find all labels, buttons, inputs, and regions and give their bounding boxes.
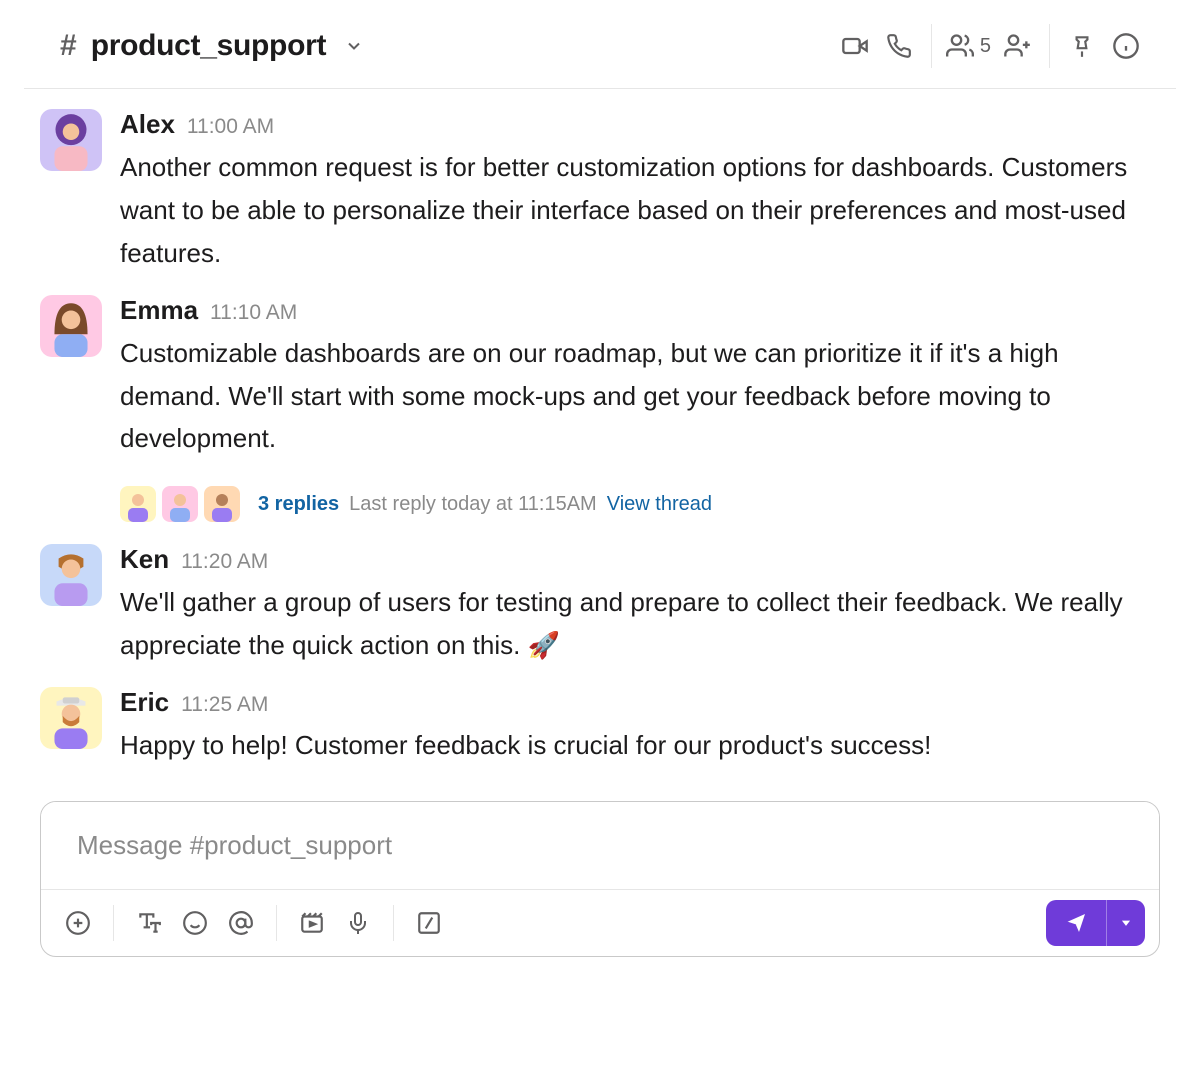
message-timestamp: 11:10 AM <box>210 301 297 325</box>
hash-icon: # <box>60 31 77 61</box>
divider <box>393 905 394 941</box>
composer <box>24 801 1176 973</box>
pin-icon[interactable] <box>1060 24 1104 68</box>
message-list: Alex 11:00 AM Another common request is … <box>24 89 1176 777</box>
channel-title-button[interactable]: # product_support <box>60 29 364 63</box>
avatar-small <box>204 486 240 522</box>
message-author[interactable]: Alex <box>120 109 175 140</box>
video-call-icon[interactable] <box>833 24 877 68</box>
send-button[interactable] <box>1046 900 1145 946</box>
divider <box>276 905 277 941</box>
message-timestamp: 11:20 AM <box>181 550 268 574</box>
members-button[interactable]: 5 <box>942 32 995 60</box>
divider <box>1049 24 1050 68</box>
header-actions: 5 <box>833 24 1148 68</box>
divider <box>931 24 932 68</box>
thread-summary[interactable]: 3 replies Last reply today at 11:15AM Vi… <box>24 470 1176 534</box>
thread-avatars <box>120 486 240 522</box>
avatar[interactable] <box>40 544 102 606</box>
thread-last-reply: Last reply today at 11:15AM <box>349 493 597 516</box>
divider <box>113 905 114 941</box>
avatar-small <box>120 486 156 522</box>
view-thread-link[interactable]: View thread <box>607 493 712 516</box>
emoji-icon[interactable] <box>172 900 218 946</box>
microphone-icon[interactable] <box>335 900 381 946</box>
slash-command-icon[interactable] <box>406 900 452 946</box>
message-text: Customizable dashboards are on our roadm… <box>120 332 1140 461</box>
phone-call-icon[interactable] <box>877 24 921 68</box>
message: Eric 11:25 AM Happy to help! Customer fe… <box>24 677 1176 777</box>
avatar[interactable] <box>40 295 102 357</box>
send-options-icon[interactable] <box>1106 900 1145 946</box>
avatar[interactable] <box>40 109 102 171</box>
message: Emma 11:10 AM Customizable dashboards ar… <box>24 285 1176 471</box>
message-text: We'll gather a group of users for testin… <box>120 581 1140 667</box>
message: Alex 11:00 AM Another common request is … <box>24 99 1176 285</box>
message-text: Another common request is for better cus… <box>120 146 1140 275</box>
video-clip-icon[interactable] <box>289 900 335 946</box>
message: Ken 11:20 AM We'll gather a group of use… <box>24 534 1176 677</box>
message-timestamp: 11:00 AM <box>187 115 274 139</box>
avatar[interactable] <box>40 687 102 749</box>
chevron-down-icon <box>344 36 364 56</box>
composer-toolbar <box>41 889 1159 956</box>
message-input[interactable] <box>41 802 1159 889</box>
message-author[interactable]: Ken <box>120 544 169 575</box>
message-author[interactable]: Eric <box>120 687 169 718</box>
channel-name: product_support <box>91 29 327 63</box>
send-icon[interactable] <box>1046 900 1106 946</box>
formatting-icon[interactable] <box>126 900 172 946</box>
message-text: Happy to help! Customer feedback is cruc… <box>120 724 1140 767</box>
channel-header: # product_support 5 <box>24 0 1176 89</box>
message-timestamp: 11:25 AM <box>181 693 268 717</box>
thread-reply-count[interactable]: 3 replies <box>258 493 339 516</box>
add-member-icon[interactable] <box>995 24 1039 68</box>
message-author[interactable]: Emma <box>120 295 198 326</box>
info-icon[interactable] <box>1104 24 1148 68</box>
add-attachment-icon[interactable] <box>55 900 101 946</box>
avatar-small <box>162 486 198 522</box>
member-count: 5 <box>980 35 991 58</box>
mention-icon[interactable] <box>218 900 264 946</box>
